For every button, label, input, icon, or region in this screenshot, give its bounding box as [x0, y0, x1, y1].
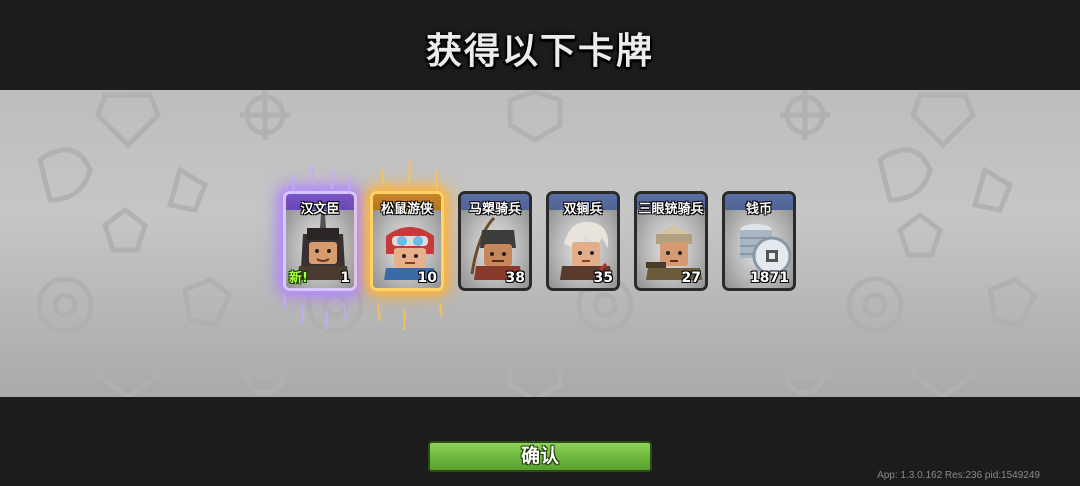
card-name: 汉文臣: [300, 202, 340, 217]
background-pattern: [36, 90, 1039, 397]
card-count: 27: [681, 270, 701, 286]
reward-card-sanyanchong-qibing[interactable]: 三眼铳骑兵 27: [634, 191, 708, 291]
reward-card-mashuo-qibing[interactable]: 马槊骑兵 38: [458, 191, 532, 291]
reward-card-hanwenchen[interactable]: 汉文臣 新! 1: [283, 191, 357, 291]
card-count: 10: [417, 270, 437, 286]
reward-card-songshu-youxia[interactable]: 松鼠游侠 10: [370, 191, 444, 291]
reward-card-coins[interactable]: 钱币 1871: [722, 191, 796, 291]
new-badge: 新!: [289, 271, 308, 286]
card-name: 三眼铳骑兵: [638, 202, 704, 217]
card-count: 38: [505, 270, 525, 286]
card-count: 35: [593, 270, 613, 286]
card-count: 1871: [750, 270, 789, 286]
card-name: 马槊骑兵: [468, 202, 521, 217]
card-count: 1: [340, 270, 350, 286]
card-name: 松鼠游侠: [380, 202, 433, 217]
reward-card-shuangjian-bing[interactable]: 双锏兵 35: [546, 191, 620, 291]
version-info: App: 1.3.0.162 Res:236 pid:1549249: [877, 470, 1040, 481]
reward-title: 获得以下卡牌: [425, 31, 654, 72]
card-name: 双锏兵: [563, 202, 603, 217]
reward-banner: 汉文臣 新! 1 松鼠游侠 10 马槊骑兵 38 双锏兵 35 三眼铳骑兵 27…: [0, 90, 1080, 397]
card-name: 钱币: [745, 202, 772, 217]
confirm-button[interactable]: 确认: [428, 441, 652, 472]
